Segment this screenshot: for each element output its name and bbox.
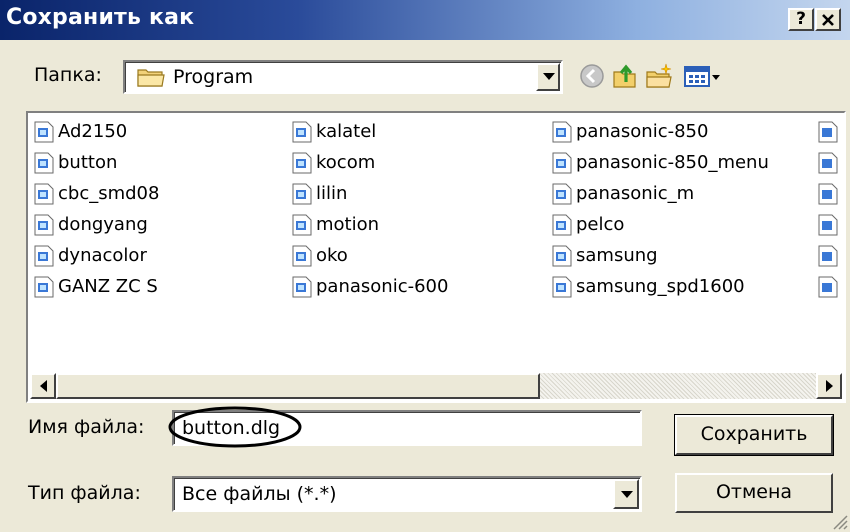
arrow-left-icon [40, 380, 47, 392]
highlight-ellipse [168, 406, 302, 448]
document-icon [552, 121, 572, 143]
close-icon [822, 14, 834, 26]
help-button[interactable]: ? [788, 8, 814, 31]
file-name: motion [316, 214, 380, 235]
document-icon[interactable] [818, 152, 838, 174]
folder-icon [137, 69, 165, 87]
document-icon [292, 276, 312, 298]
file-name: kalatel [316, 121, 377, 142]
file-name: GANZ ZC S [58, 276, 158, 297]
current-folder: Program [173, 66, 254, 88]
filetype-label: Тип файла: [28, 482, 141, 504]
file-name: kocom [316, 152, 376, 173]
back-icon[interactable] [578, 62, 606, 90]
document-icon [292, 214, 312, 236]
up-folder-icon[interactable] [611, 62, 639, 90]
new-folder-icon[interactable] [645, 62, 673, 90]
document-icon [34, 183, 54, 205]
view-menu-icon[interactable] [683, 62, 721, 90]
document-icon [34, 276, 54, 298]
document-icon[interactable] [818, 183, 838, 205]
filetype-value: Все файлы (*.*) [182, 483, 337, 505]
document-icon [34, 245, 54, 267]
scroll-right-button[interactable] [816, 373, 842, 399]
arrow-right-icon [826, 380, 833, 392]
document-icon [34, 121, 54, 143]
document-icon [34, 152, 54, 174]
document-icon [552, 152, 572, 174]
document-icon[interactable] [818, 121, 838, 143]
folder-dropdown-button[interactable] [536, 63, 560, 91]
file-name: panasonic_m [576, 183, 695, 204]
document-icon [292, 245, 312, 267]
title-bar[interactable]: Сохранить как ? [0, 0, 850, 40]
file-name: cbc_smd08 [58, 183, 160, 204]
file-name: samsung [576, 245, 658, 266]
document-icon [552, 183, 572, 205]
document-icon [292, 121, 312, 143]
file-name: dynacolor [58, 245, 147, 266]
document-icon [34, 214, 54, 236]
scroll-left-button[interactable] [30, 373, 56, 399]
chevron-down-icon [543, 73, 555, 80]
file-name: pelco [576, 214, 625, 235]
file-name: Ad2150 [58, 121, 128, 142]
file-name: panasonic-850_menu [576, 152, 769, 173]
filename-label: Имя файла: [28, 416, 145, 438]
chevron-down-icon [621, 491, 633, 498]
filetype-dropdown-button[interactable] [613, 479, 639, 509]
save-as-dialog: Сохранить как ? Папка: Program Ad2150 bu… [0, 0, 850, 532]
document-icon [552, 245, 572, 267]
document-icon [292, 152, 312, 174]
scrollbar-thumb[interactable] [56, 373, 540, 399]
file-list[interactable]: Ad2150 button cbc_smd08 dongyang dynacol… [26, 111, 846, 403]
file-name: dongyang [58, 214, 148, 235]
file-name: button [58, 152, 118, 173]
document-icon[interactable] [818, 214, 838, 236]
file-name: panasonic-600 [316, 276, 449, 297]
file-name: oko [316, 245, 348, 266]
resize-grip-icon[interactable] [830, 512, 848, 530]
file-name: panasonic-850 [576, 121, 709, 142]
document-icon[interactable] [818, 276, 838, 298]
filetype-combobox[interactable]: Все файлы (*.*) [172, 476, 642, 512]
document-icon [552, 214, 572, 236]
folder-label: Папка: [34, 64, 102, 86]
save-button[interactable]: Сохранить [674, 414, 834, 456]
cancel-button[interactable]: Отмена [675, 473, 833, 513]
document-icon[interactable] [818, 245, 838, 267]
horizontal-scrollbar[interactable] [30, 373, 842, 399]
file-name: lilin [316, 183, 348, 204]
close-button[interactable] [815, 8, 841, 31]
folder-combobox[interactable]: Program [123, 60, 563, 94]
document-icon [292, 183, 312, 205]
document-icon [552, 276, 572, 298]
dialog-title: Сохранить как [6, 5, 195, 30]
file-name: samsung_spd1600 [576, 276, 745, 297]
